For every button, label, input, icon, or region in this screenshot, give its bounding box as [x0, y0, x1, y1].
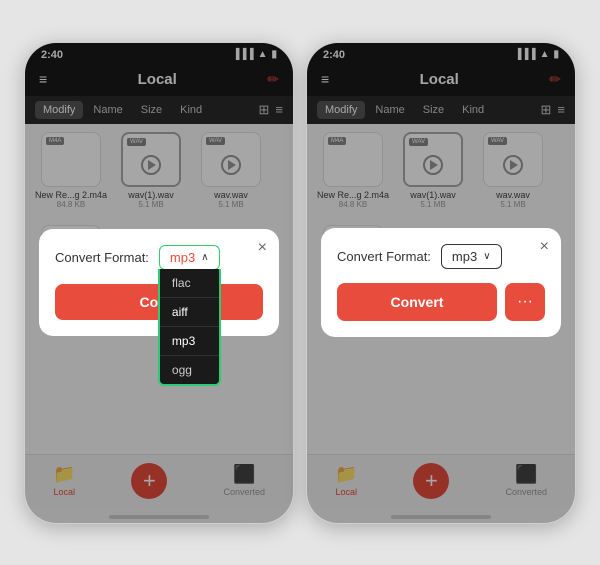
right-modal-close[interactable]: × — [540, 238, 549, 256]
left-modal-card: × Convert Format: mp3 ∧ flac aiff mp3 og… — [39, 229, 279, 336]
left-format-select[interactable]: mp3 ∧ flac aiff mp3 ogg — [159, 245, 220, 270]
right-phone-body: 2:40 ▐▐▐ ▲ ▮ ≡ Local ✏ Modify Name Size — [307, 43, 575, 523]
left-selected-format: mp3 — [170, 250, 195, 265]
dropdown-item-mp3[interactable]: mp3 — [160, 327, 219, 356]
right-modal-overlay: × Convert Format: mp3 ∨ Convert ··· — [307, 43, 575, 523]
right-modal-format-row: Convert Format: mp3 ∨ — [337, 244, 545, 269]
dropdown-item-ogg[interactable]: ogg — [160, 356, 219, 384]
right-convert-format-label: Convert Format: — [337, 249, 431, 264]
left-modal-format-row: Convert Format: mp3 ∧ flac aiff mp3 ogg — [55, 245, 263, 270]
left-phone-body: 2:40 ▐▐▐ ▲ ▮ ≡ Local ✏ Modify Name Size — [25, 43, 293, 523]
right-more-button[interactable]: ··· — [505, 283, 545, 321]
dropdown-item-aiff[interactable]: aiff — [160, 298, 219, 327]
right-modal-card: × Convert Format: mp3 ∨ Convert ··· — [321, 228, 561, 337]
right-modal-buttons: Convert ··· — [337, 283, 545, 321]
right-convert-button[interactable]: Convert — [337, 283, 497, 321]
left-dropdown-menu: flac aiff mp3 ogg — [158, 269, 221, 386]
left-phone: 2:40 ▐▐▐ ▲ ▮ ≡ Local ✏ Modify Name Size — [24, 42, 294, 524]
right-selected-format: mp3 — [452, 249, 477, 264]
phones-container: 2:40 ▐▐▐ ▲ ▮ ≡ Local ✏ Modify Name Size — [14, 32, 586, 534]
left-modal-overlay: × Convert Format: mp3 ∧ flac aiff mp3 og… — [25, 43, 293, 523]
dropdown-item-flac[interactable]: flac — [160, 269, 219, 298]
right-chevron-icon: ∨ — [483, 251, 490, 262]
left-chevron-icon: ∧ — [201, 252, 208, 263]
left-convert-format-label: Convert Format: — [55, 250, 149, 265]
left-modal-close[interactable]: × — [258, 239, 267, 257]
right-phone: 2:40 ▐▐▐ ▲ ▮ ≡ Local ✏ Modify Name Size — [306, 42, 576, 524]
right-format-select[interactable]: mp3 ∨ — [441, 244, 502, 269]
